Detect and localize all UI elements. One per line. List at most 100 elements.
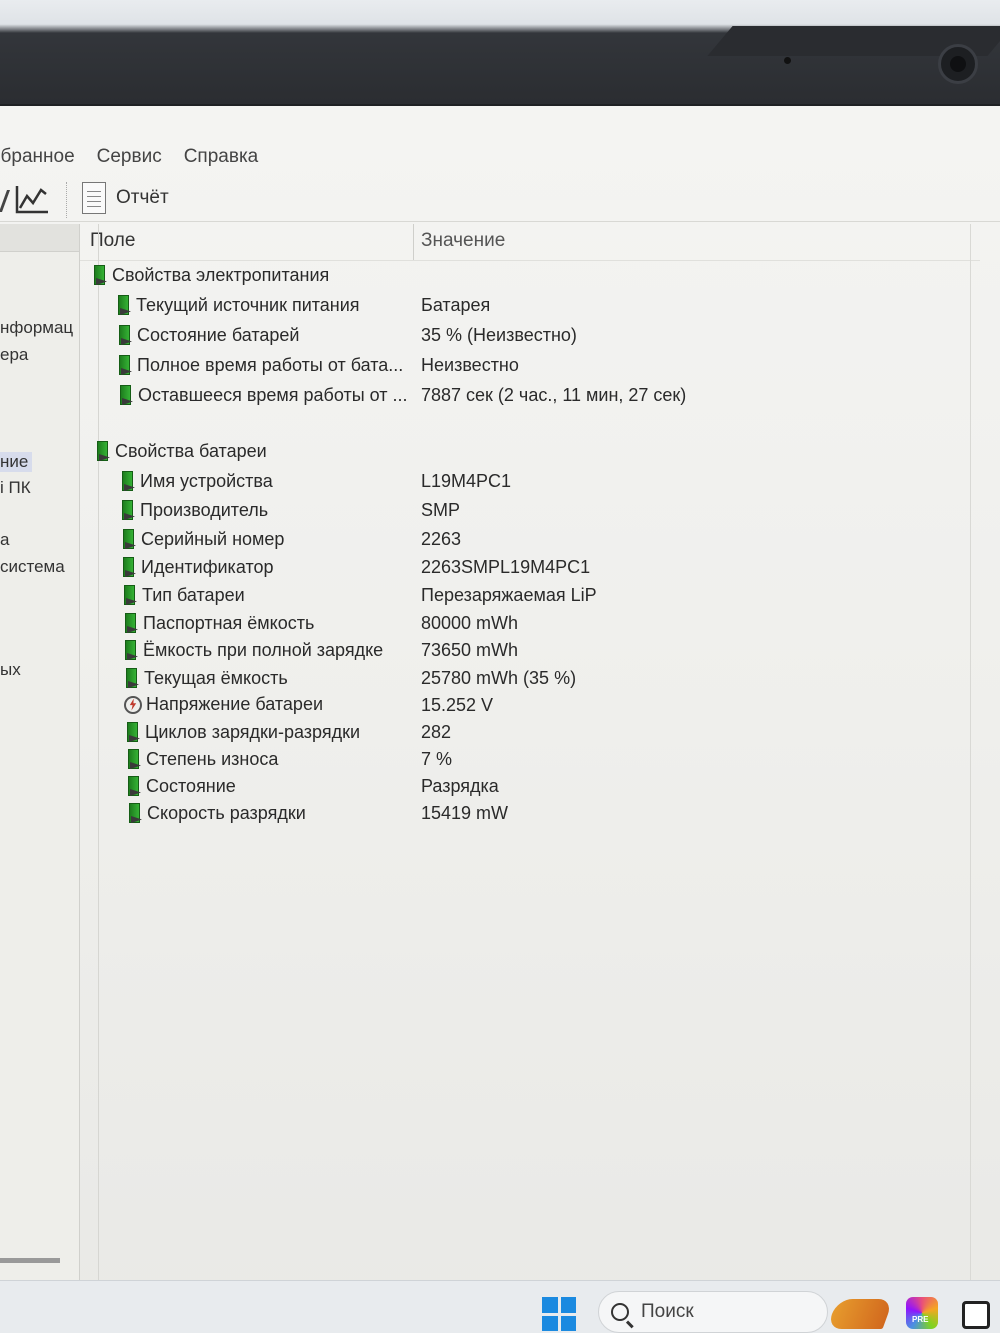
list-row[interactable]: Состояние Разрядка [80, 773, 980, 801]
tree-item[interactable]: система [0, 557, 65, 577]
field-name: Серийный номер [141, 528, 285, 549]
battery-icon [95, 440, 111, 462]
field-name: Оставшееся время работы от ... [138, 384, 408, 405]
list-row[interactable]: Тип батареи Перезаряжаемая LiP [80, 582, 980, 610]
tree-horizontal-scrollbar[interactable] [0, 1258, 60, 1263]
list-row[interactable]: Серийный номер 2263 [80, 526, 980, 554]
field-value: Батарея [421, 295, 491, 315]
list-row[interactable]: Оставшееся время работы от ... 7887 сек … [80, 382, 980, 410]
column-divider[interactable] [413, 224, 414, 260]
field-value: SMP [421, 500, 461, 520]
battery-icon [127, 802, 143, 824]
field-name: Имя устройства [140, 470, 273, 491]
field-value: 35 % (Неизвестно) [421, 325, 577, 345]
list-row[interactable]: Имя устройства L19M4PC1 [80, 468, 980, 496]
tree-header [0, 224, 79, 252]
field-value: 2263 [421, 529, 462, 549]
battery-icon [122, 584, 138, 606]
tree-item[interactable]: ера [0, 345, 28, 365]
field-value: 25780 mWh (35 %) [421, 668, 577, 688]
document-icon [82, 182, 106, 214]
webcam-lens [938, 44, 978, 84]
report-label: Отчёт [116, 187, 169, 208]
tree-item-selected[interactable]: ние [0, 452, 33, 472]
menu-bar: збранное Сервис Справка [0, 146, 258, 176]
toolbar-partial-icon[interactable] [0, 190, 11, 212]
list-row[interactable]: Состояние батарей 35 % (Неизвестно) [80, 322, 980, 350]
list-row[interactable]: Степень износа 7 % [80, 746, 980, 774]
list-row[interactable]: Напряжение батареи 15.252 V [80, 692, 980, 720]
toolbar-separator [66, 182, 68, 218]
field-name: Состояние [146, 775, 236, 796]
list-row[interactable]: Текущий источник питания Батарея [80, 292, 980, 320]
line-chart-icon[interactable] [14, 184, 50, 216]
battery-icon [118, 384, 134, 406]
column-header-value[interactable]: Значение [421, 230, 505, 252]
group-row-battery[interactable]: Свойства батареи [80, 438, 980, 466]
group-label: Свойства батареи [115, 440, 267, 461]
tree-item[interactable]: нформац [0, 318, 73, 338]
list-row[interactable]: Скорость разрядки 15419 mW [80, 800, 980, 828]
field-name: Циклов зарядки-разрядки [145, 721, 361, 742]
list-row[interactable]: Паспортная ёмкость 80000 mWh [80, 610, 980, 638]
field-name: Полное время работы от бата... [137, 354, 404, 375]
field-name: Паспортная ёмкость [143, 612, 315, 633]
taskbar-app-icon[interactable]: PRE [906, 1297, 938, 1329]
field-name: Тип батареи [142, 584, 245, 605]
battery-icon [120, 499, 136, 521]
tree-item[interactable]: ых [0, 660, 21, 680]
battery-icon [123, 612, 139, 634]
battery-icon [117, 354, 133, 376]
group-row-power[interactable]: Свойства электропитания [80, 262, 980, 290]
column-header-field[interactable]: Поле [90, 230, 135, 252]
menu-service[interactable]: Сервис [97, 146, 162, 176]
field-name: Идентификатор [141, 556, 274, 577]
field-name: Степень износа [146, 748, 279, 769]
field-value: 15.252 V [421, 695, 494, 715]
battery-icon [124, 667, 140, 689]
battery-icon [126, 748, 142, 770]
battery-icon [116, 294, 132, 316]
battery-icon [117, 324, 133, 346]
field-value: 80000 mWh [421, 613, 519, 633]
field-name: Скорость разрядки [147, 802, 306, 823]
list-row[interactable]: Ёмкость при полной зарядке 73650 mWh [80, 637, 980, 665]
list-row[interactable]: Производитель SMP [80, 497, 980, 525]
navigation-tree: нформац ера ние і ПК а система ых [0, 224, 80, 1280]
battery-icon [125, 721, 141, 743]
battery-icon [121, 556, 137, 578]
search-placeholder: Поиск [641, 1301, 694, 1322]
list-row[interactable]: Циклов зарядки-разрядки 282 [80, 719, 980, 747]
laptop-bezel [0, 0, 1000, 110]
field-name: Производитель [140, 499, 269, 520]
voltage-icon [124, 695, 142, 714]
field-name: Состояние батарей [137, 324, 300, 345]
battery-icon [126, 775, 142, 797]
field-name: Текущая ёмкость [144, 667, 288, 688]
taskbar-search[interactable]: Поиск [598, 1291, 828, 1333]
field-name: Напряжение батареи [146, 694, 324, 714]
menu-favorites[interactable]: збранное [0, 146, 75, 176]
field-value: 2263SMPL19M4PC1 [421, 557, 591, 577]
taskbar: Поиск PRE [0, 1280, 1000, 1333]
menu-help[interactable]: Справка [184, 146, 259, 176]
field-name: Ёмкость при полной зарядке [143, 639, 384, 660]
tree-item[interactable]: а [0, 530, 9, 550]
battery-icon [123, 639, 139, 661]
tree-item[interactable]: і ПК [0, 478, 31, 498]
list-row[interactable]: Полное время работы от бата... Неизвестн… [80, 352, 980, 380]
report-button[interactable]: Отчёт [82, 182, 169, 214]
list-row[interactable]: Текущая ёмкость 25780 mWh (35 %) [80, 665, 980, 693]
field-value: Разрядка [421, 776, 499, 796]
windows-start-icon[interactable] [542, 1297, 576, 1331]
details-list: Поле Значение Свойства электропитания Те… [80, 224, 1000, 1280]
field-value: 73650 mWh [421, 640, 519, 660]
battery-icon [121, 528, 137, 550]
taskbar-app-widget[interactable] [826, 1299, 894, 1329]
list-row[interactable]: Идентификатор 2263SMPL19M4PC1 [80, 554, 980, 582]
taskbar-app-icon[interactable] [962, 1301, 990, 1329]
screen: збранное Сервис Справка Отчёт нформац ер… [0, 104, 1000, 1333]
battery-icon [120, 470, 136, 492]
app-badge: PRE [912, 1315, 929, 1324]
camera-indicator [784, 57, 791, 64]
